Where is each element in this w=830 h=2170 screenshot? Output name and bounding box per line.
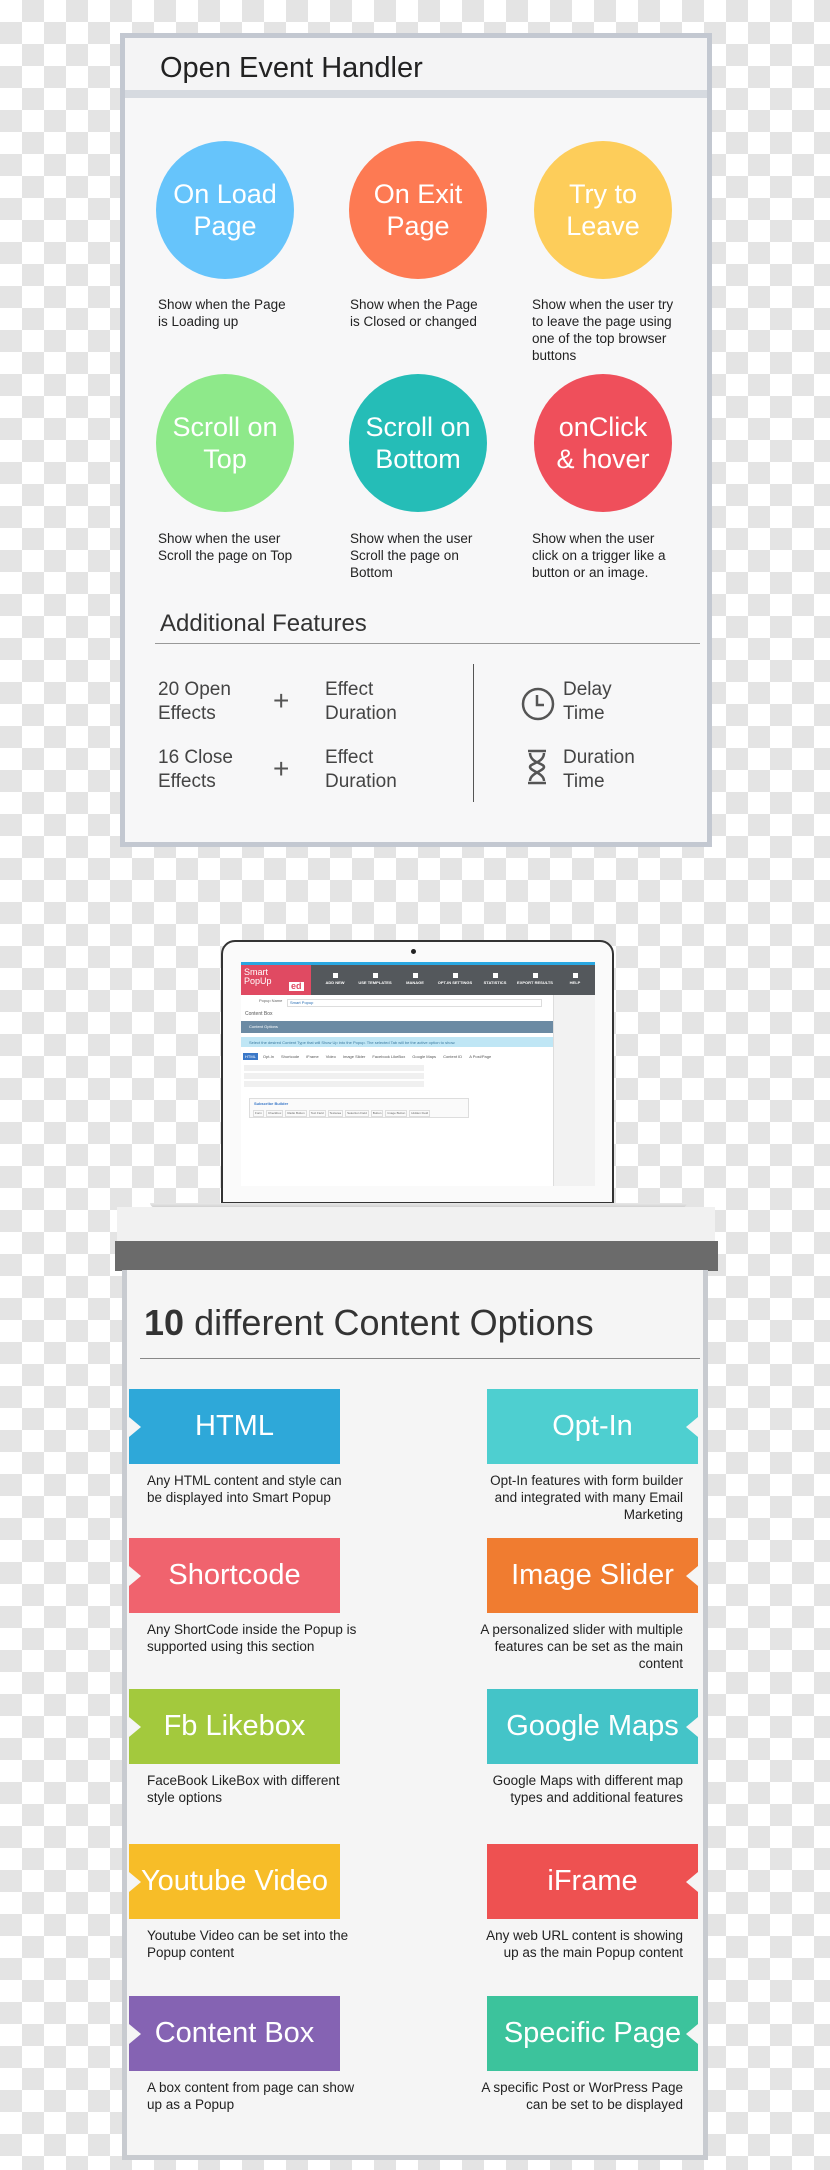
side-panel bbox=[553, 995, 595, 1186]
duration-time: Duration Time bbox=[563, 747, 635, 792]
option-description: Any ShortCode inside the Popup is suppor… bbox=[147, 1622, 357, 1654]
content-tab[interactable]: Facebook LikeBox bbox=[370, 1053, 407, 1060]
plus-sign: + bbox=[273, 685, 290, 716]
option-image-slider: Image Slider bbox=[487, 1538, 698, 1613]
info-bar: Select the desired Content Type that wil… bbox=[241, 1037, 553, 1047]
builder-button[interactable]: Textarea bbox=[327, 1110, 344, 1117]
popup-name-label: Popup Name bbox=[259, 998, 283, 1003]
event-description: Show when the user click on a trigger li… bbox=[532, 531, 666, 580]
event-scroll-on-top: Scroll on Top bbox=[156, 374, 294, 512]
event-description: Show when the user Scroll the page on Bo… bbox=[350, 531, 473, 580]
nav-item[interactable]: EXPORT RESULTS bbox=[515, 973, 555, 985]
option-opt-in: Opt-In bbox=[487, 1389, 698, 1464]
option-description: Any web URL content is showing up as the… bbox=[486, 1928, 683, 1960]
option-description: FaceBook LikeBox with different style op… bbox=[147, 1773, 340, 1805]
builder-button[interactable]: Text Field bbox=[308, 1110, 326, 1117]
option-description: A specific Post or WorPress Page can be … bbox=[481, 2080, 683, 2112]
pedestal-top bbox=[117, 1207, 715, 1243]
content-tab[interactable]: A Post/Page bbox=[467, 1053, 493, 1060]
vertical-divider bbox=[473, 664, 474, 802]
nav-item[interactable]: USE TEMPLATES bbox=[355, 973, 395, 985]
option-description: A personalized slider with multiple feat… bbox=[480, 1622, 683, 1671]
option-description: Opt-In features with form builder and in… bbox=[490, 1473, 683, 1522]
option-youtube-video: Youtube Video bbox=[129, 1844, 340, 1919]
open-event-handler-card: Open Event Handler On Load Page Show when… bbox=[120, 33, 712, 847]
content-options-title: 10 different Content Options bbox=[144, 1302, 594, 1343]
open-effects: 20 Open Effects bbox=[158, 679, 231, 724]
plus-sign: + bbox=[273, 753, 290, 784]
smart-popup-logo: Smart PopUp ed bbox=[241, 965, 311, 995]
camera bbox=[411, 949, 416, 954]
event-description: Show when the user try to leave the page… bbox=[532, 297, 674, 363]
editor-toolbar[interactable] bbox=[244, 1065, 424, 1089]
content-box-heading: Content Box bbox=[245, 1011, 273, 1017]
divider bbox=[155, 643, 700, 644]
content-tab[interactable]: Video bbox=[324, 1053, 338, 1060]
builder-button[interactable]: Radio Button bbox=[285, 1110, 307, 1117]
event-try-to-leave: Try to Leave bbox=[534, 141, 672, 279]
content-options-bar: Content Options bbox=[241, 1021, 553, 1033]
effect-duration: Effect Duration bbox=[325, 679, 397, 724]
nav-item[interactable]: OPT-IN SETTINGS bbox=[435, 973, 475, 985]
content-tab[interactable]: Content ID bbox=[441, 1053, 464, 1060]
event-onclick-hover: onClick & hover bbox=[534, 374, 672, 512]
event-on-exit-page: On Exit Page bbox=[349, 141, 487, 279]
option-description: A box content from page can show up as a… bbox=[147, 2080, 355, 2112]
close-effects: 16 Close Effects bbox=[158, 747, 233, 792]
option-iframe: iFrame bbox=[487, 1844, 698, 1919]
popup-name-input[interactable]: Smart Popup bbox=[287, 999, 542, 1007]
builder-button[interactable]: Form bbox=[253, 1110, 264, 1117]
option-content-box: Content Box bbox=[129, 1996, 340, 2071]
content-tab[interactable]: HTML bbox=[243, 1053, 258, 1060]
option-description: Youtube Video can be set into the Popup … bbox=[147, 1928, 349, 1960]
event-on-load-page: On Load Page bbox=[156, 141, 294, 279]
option-fb-likebox: Fb Likebox bbox=[129, 1689, 340, 1764]
pedestal-band bbox=[115, 1241, 718, 1271]
nav-item[interactable]: ADD NEW bbox=[315, 973, 355, 985]
divider bbox=[140, 1358, 700, 1359]
nav-item[interactable]: STATISTICS bbox=[475, 973, 515, 985]
builder-button[interactable]: Checkbox bbox=[266, 1110, 284, 1117]
option-specific-page: Specific Page bbox=[487, 1996, 698, 2071]
hourglass-icon bbox=[528, 749, 546, 785]
event-description: Show when the Page is Loading up bbox=[158, 297, 286, 329]
builder-button[interactable]: Image Button bbox=[385, 1110, 408, 1117]
event-description: Show when the user Scroll the page on To… bbox=[158, 531, 293, 563]
option-html: HTML bbox=[129, 1389, 340, 1464]
event-scroll-on-bottom: Scroll on Bottom bbox=[349, 374, 487, 512]
option-shortcode: Shortcode bbox=[129, 1538, 340, 1613]
option-google-maps: Google Maps bbox=[487, 1689, 698, 1764]
event-description: Show when the Page is Closed or changed bbox=[350, 297, 478, 329]
builder-button[interactable]: Selection Field bbox=[345, 1110, 369, 1117]
delay-time: Delay Time bbox=[563, 679, 612, 724]
option-description: Google Maps with different map types and… bbox=[492, 1773, 683, 1805]
builder-button[interactable]: Button bbox=[370, 1110, 384, 1117]
content-tab[interactable]: iFrame bbox=[304, 1053, 320, 1060]
content-tab[interactable]: Google Maps bbox=[410, 1053, 438, 1060]
content-tab[interactable]: Image Slider bbox=[341, 1053, 367, 1060]
card-title: Open Event Handler bbox=[160, 52, 423, 84]
subscribe-builder-title: Subscribe Builder bbox=[254, 1101, 289, 1106]
additional-features-title: Additional Features bbox=[160, 610, 367, 637]
content-tab[interactable]: Opt-In bbox=[261, 1053, 276, 1060]
subscribe-builder-panel: Subscribe Builder Form Checkbox Radio Butt… bbox=[249, 1098, 469, 1118]
builder-button[interactable]: Hidden Field bbox=[409, 1110, 431, 1117]
option-description: Any HTML content and style can be displa… bbox=[147, 1473, 342, 1505]
laptop-screen: Smart PopUp ed ADD NEW USE TEMPLATES MANAGE… bbox=[241, 962, 595, 1186]
nav-item[interactable]: MANAGE bbox=[395, 973, 435, 985]
nav-item[interactable]: HELP bbox=[555, 973, 595, 985]
clock-icon bbox=[521, 687, 555, 721]
content-tab[interactable]: Shortcode bbox=[279, 1053, 301, 1060]
effect-duration: Effect Duration bbox=[325, 747, 397, 792]
